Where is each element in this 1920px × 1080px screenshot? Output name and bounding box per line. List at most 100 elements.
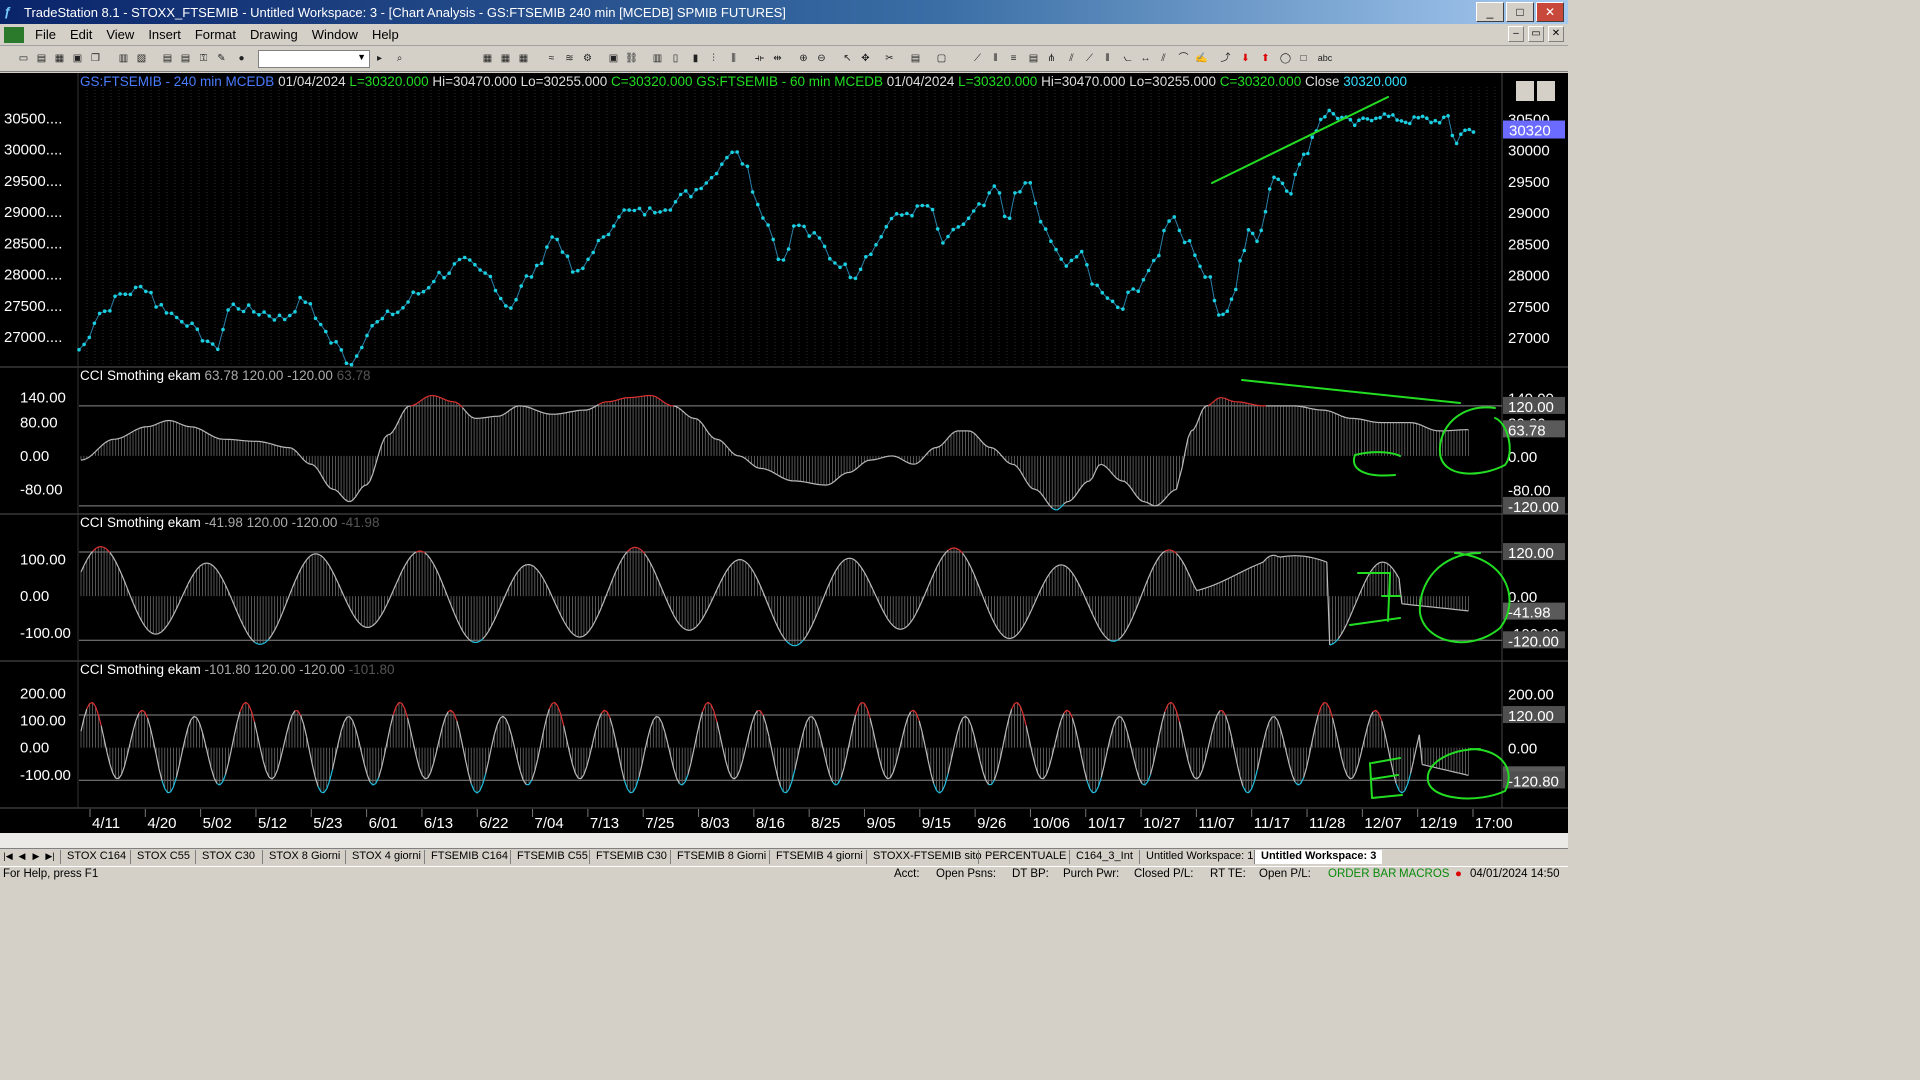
tab-stoxx-ftsemib-sito[interactable]: STOXX-FTSEMIB sito [866,850,988,864]
clipboard-icon[interactable]: ▢ [934,51,949,66]
speed-lines-icon[interactable]: ⟋ [1082,51,1097,66]
tab-ftsemib-c55[interactable]: FTSEMIB C55 [510,850,594,864]
format-symbol-icon[interactable]: ▦ [498,51,513,66]
rectangle-icon[interactable]: □ [1296,51,1311,66]
analysis-technique-icon[interactable]: ≈ [544,51,559,66]
freehand-icon[interactable]: ✍ [1194,51,1209,66]
text-tool-icon[interactable]: abc [1316,51,1334,66]
line-icon[interactable]: ⫼ [726,51,741,66]
menu-format[interactable]: Format [188,27,243,42]
new-window-icon[interactable]: ▣ [70,51,85,66]
close-button[interactable]: ✕ [1536,2,1564,22]
mdi-close-button[interactable]: ✕ [1548,26,1564,42]
mdi-restore-button[interactable]: ▭ [1528,26,1544,42]
chart-analysis-window[interactable]: 30500.... 30500 30000.... 30000 29500.... 295… [0,73,1568,848]
format-window-icon[interactable]: ▦ [480,51,495,66]
price-point [257,313,261,317]
tab-untitled-workspace-1[interactable]: Untitled Workspace: 1 [1139,850,1259,864]
gann-fan-icon[interactable]: ⫴ [1100,51,1115,66]
fibonacci-icon[interactable]: ⫽ [1064,51,1079,66]
cci-line-segment [254,641,258,645]
maximize-button[interactable]: □ [1506,2,1534,22]
tab-stox-8-giorni[interactable]: STOX 8 Giorni [262,850,346,864]
zoom-out-icon[interactable]: ⊖ [814,51,829,66]
cci-line-segment [649,562,654,570]
pointer-icon[interactable]: ↖ [840,51,855,66]
bar-type-icon[interactable]: ▮ [688,51,703,66]
tab-untitled-workspace-3[interactable]: Untitled Workspace: 3 [1254,850,1383,864]
symbol-dropdown[interactable]: ▼ [258,50,370,68]
down-arrow-icon[interactable]: ⬇ [1238,51,1253,66]
drawing-tools-icon[interactable]: ✂ [882,51,897,66]
bar-chart-icon[interactable]: ▥ [650,51,665,66]
tab-next-button[interactable]: ▶ [30,851,42,862]
chart-canvas[interactable]: 30500.... 3050030000.... 3000029500.... 295… [0,73,1568,848]
window-tile-icon[interactable]: ▤ [160,51,175,66]
andrews-pitchfork-icon[interactable]: ⋔ [1044,51,1059,66]
link-icon[interactable]: ⛓ [624,51,639,66]
order-bar-button[interactable]: ORDER BAR [1328,868,1396,880]
strategy-icon[interactable]: ≋ [562,51,577,66]
horizontal-scrollbar[interactable] [0,833,1568,848]
tab-stox-c30[interactable]: STOX C30 [195,850,261,864]
print-icon[interactable]: ▥ [116,51,131,66]
new-icon[interactable]: ▭ [16,51,31,66]
macros-button[interactable]: MACROS [1399,868,1449,880]
ohlc-icon[interactable]: ⫶ [706,51,721,66]
regression-icon[interactable]: ⦦ [1120,51,1135,66]
menu-window[interactable]: Window [305,27,365,42]
candle-icon[interactable]: ▯ [668,51,683,66]
zoom-range-icon[interactable]: ⇹ [770,51,785,66]
tab-c164-3-int[interactable]: C164_3_Int [1069,850,1139,864]
menu-drawing[interactable]: Drawing [243,27,305,42]
horizontal-lines-icon[interactable]: ≡ [1006,51,1021,66]
curve-icon[interactable]: ⤴ [1218,51,1233,66]
minimize-button[interactable]: _ [1476,2,1504,22]
data-window-icon[interactable]: ▤ [908,51,923,66]
tab-ftsemib-c30[interactable]: FTSEMIB C30 [589,850,673,864]
search-icon[interactable]: ⌕ [392,51,407,66]
menu-insert[interactable]: Insert [141,27,188,42]
ellipse-icon[interactable]: ◯ [1278,51,1293,66]
menu-help[interactable]: Help [365,27,406,42]
chart-window-icon[interactable] [4,26,24,43]
tab-ftsemib-c164[interactable]: FTSEMIB C164 [424,850,514,864]
menu-file[interactable]: File [28,27,63,42]
tab-prev-button[interactable]: ◀ [16,851,28,862]
bar-spacing-icon[interactable]: ⟛ [752,51,767,66]
save-all-icon[interactable]: ▦ [52,51,67,66]
parallel-lines-icon[interactable]: ⫽ [1156,51,1171,66]
format-analysis-icon[interactable]: ⚙ [580,51,595,66]
copy-icon[interactable]: ❐ [88,51,103,66]
tab-stox-4-giorni[interactable]: STOX 4 giorni [345,850,427,864]
cci-line-segment [199,563,203,567]
tab-stox-c55[interactable]: STOX C55 [130,850,196,864]
zoom-in-icon[interactable]: ⊕ [796,51,811,66]
window-cascade-icon[interactable]: ▤ [178,51,193,66]
trendline-icon[interactable]: ⟋ [970,51,985,66]
tab-stox-c164[interactable]: STOX C164 [60,850,132,864]
channel-icon[interactable]: ▤ [1026,51,1041,66]
lock-icon[interactable]: ⚿ [196,51,211,66]
format-data-icon[interactable]: ▦ [516,51,531,66]
arc-icon[interactable]: ⌒ [1176,51,1191,66]
play-icon[interactable]: ▸ [372,51,387,66]
tab-last-button[interactable]: ▶| [44,851,56,862]
menu-view[interactable]: View [99,27,141,42]
tools-icon[interactable]: ✎ [214,51,229,66]
up-arrow-icon[interactable]: ⬆ [1258,51,1273,66]
tab-percentuale[interactable]: PERCENTUALE [978,850,1072,864]
mdi-minimize-button[interactable]: – [1508,26,1524,42]
tab-ftsemib-8-giorni[interactable]: FTSEMIB 8 Giorni [670,850,772,864]
menu-edit[interactable]: Edit [63,27,99,42]
open-icon[interactable]: ▤ [34,51,49,66]
vertical-lines-icon[interactable]: ⦀ [988,51,1003,66]
range-icon[interactable]: ↔ [1138,51,1153,66]
shared-window-icon[interactable]: ▣ [606,51,621,66]
tab-first-button[interactable]: |◀ [2,851,14,862]
tab-ftsemib-4-giorni[interactable]: FTSEMIB 4 giorni [769,850,869,864]
tradestation-app-icon[interactable]: ƒ [4,5,18,19]
drag-icon[interactable]: ✥ [858,51,873,66]
print-preview-icon[interactable]: ▧ [134,51,149,66]
macro-icon[interactable]: ● [234,51,249,66]
